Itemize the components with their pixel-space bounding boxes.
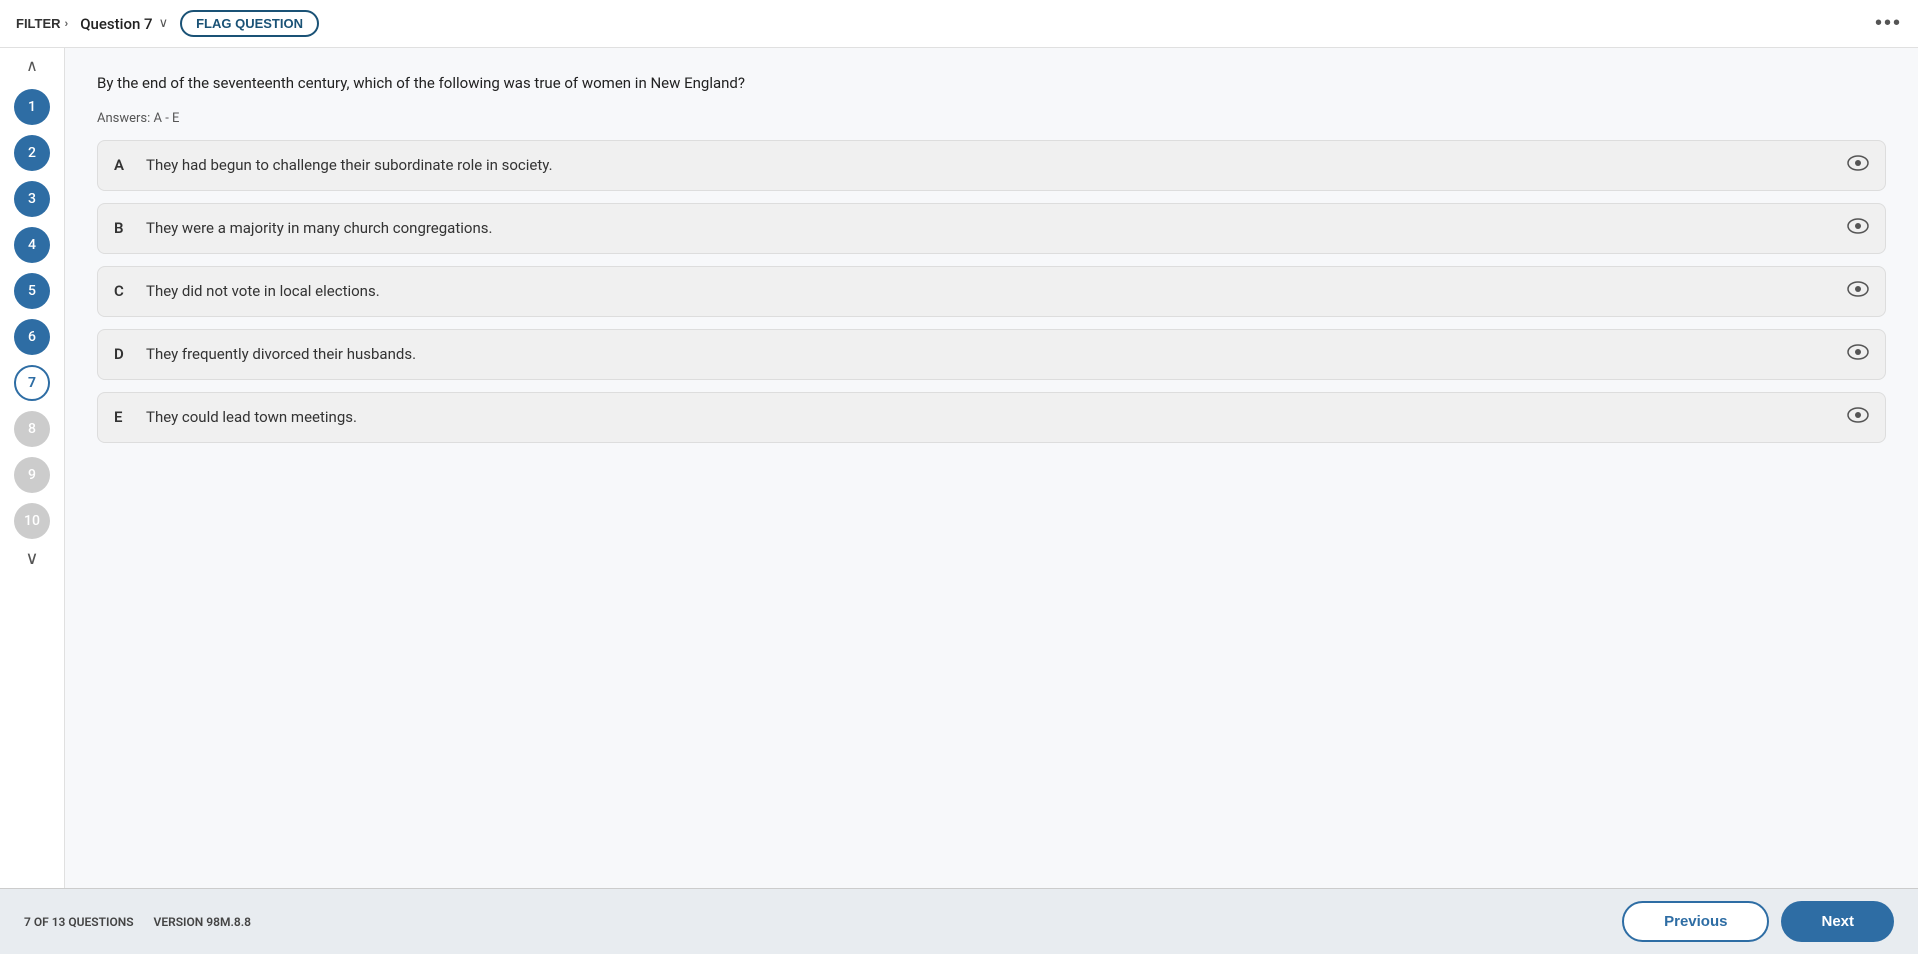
footer-navigation: Previous Next <box>1622 901 1894 942</box>
filter-button[interactable]: FILTER › <box>16 16 68 31</box>
question-label-text: Question 7 <box>80 15 152 33</box>
filter-chevron-icon: › <box>65 18 69 30</box>
answer-text-b: They were a majority in many church cong… <box>146 219 1839 237</box>
previous-button[interactable]: Previous <box>1622 901 1769 942</box>
answer-option-c[interactable]: C They did not vote in local elections. <box>97 266 1886 317</box>
answer-letter-d: D <box>114 345 132 363</box>
answer-text-e: They could lead town meetings. <box>146 408 1839 426</box>
answer-letter-c: C <box>114 282 132 300</box>
eye-icon-d[interactable] <box>1847 344 1869 365</box>
answer-option-a[interactable]: A They had begun to challenge their subo… <box>97 140 1886 191</box>
eye-icon-a[interactable] <box>1847 155 1869 176</box>
eye-icon-c[interactable] <box>1847 281 1869 302</box>
header: FILTER › Question 7 ∨ FLAG QUESTION ••• <box>0 0 1918 48</box>
next-button[interactable]: Next <box>1781 901 1894 942</box>
sidebar-more-button[interactable]: ∨ <box>25 548 38 569</box>
sidebar-item-1[interactable]: 1 <box>14 89 50 125</box>
sidebar-item-2[interactable]: 2 <box>14 135 50 171</box>
sidebar-collapse-button[interactable]: ∧ <box>26 56 38 76</box>
question-label[interactable]: Question 7 ∨ <box>80 15 168 33</box>
footer-info: 7 OF 13 QUESTIONS VERSION 98M.8.8 <box>24 915 251 929</box>
answer-option-d[interactable]: D They frequently divorced their husband… <box>97 329 1886 380</box>
answers-label: Answers: A - E <box>97 111 1886 126</box>
footer: 7 OF 13 QUESTIONS VERSION 98M.8.8 Previo… <box>0 888 1918 954</box>
question-text: By the end of the seventeenth century, w… <box>97 72 1886 95</box>
sidebar-item-8[interactable]: 8 <box>14 411 50 447</box>
filter-label: FILTER <box>16 16 61 31</box>
sidebar-item-4[interactable]: 4 <box>14 227 50 263</box>
main-layout: ∧ 1 2 3 4 5 6 7 8 9 10 ∨ <box>0 48 1918 888</box>
answer-text-d: They frequently divorced their husbands. <box>146 345 1839 363</box>
version-text: VERSION 98M.8.8 <box>154 915 251 929</box>
answer-letter-a: A <box>114 156 132 174</box>
sidebar-item-10[interactable]: 10 <box>14 503 50 539</box>
answer-letter-b: B <box>114 219 132 237</box>
sidebar-item-3[interactable]: 3 <box>14 181 50 217</box>
sidebar-item-7[interactable]: 7 <box>14 365 50 401</box>
sidebar: ∧ 1 2 3 4 5 6 7 8 9 10 ∨ <box>0 48 65 888</box>
sidebar-item-5[interactable]: 5 <box>14 273 50 309</box>
content-area: By the end of the seventeenth century, w… <box>65 48 1918 888</box>
answer-option-e[interactable]: E They could lead town meetings. <box>97 392 1886 443</box>
sidebar-item-6[interactable]: 6 <box>14 319 50 355</box>
question-chevron-icon: ∨ <box>159 16 169 31</box>
answer-text-a: They had begun to challenge their subord… <box>146 156 1839 174</box>
flag-question-button[interactable]: FLAG QUESTION <box>180 10 319 37</box>
answer-option-b[interactable]: B They were a majority in many church co… <box>97 203 1886 254</box>
answer-letter-e: E <box>114 408 132 426</box>
more-options-button[interactable]: ••• <box>1875 12 1902 35</box>
answer-text-c: They did not vote in local elections. <box>146 282 1839 300</box>
progress-text: 7 OF 13 QUESTIONS <box>24 915 134 929</box>
eye-icon-b[interactable] <box>1847 218 1869 239</box>
sidebar-item-9[interactable]: 9 <box>14 457 50 493</box>
eye-icon-e[interactable] <box>1847 407 1869 428</box>
